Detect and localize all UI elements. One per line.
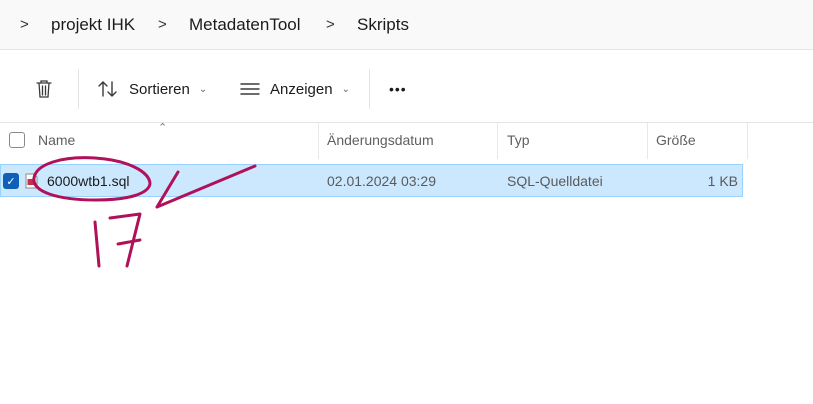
file-row[interactable]: ✓ 6000wtb1.sql 02.01.2024 03:29 SQL-Quel… [0,164,743,197]
view-label: Anzeigen [270,80,333,98]
sql-file-icon [25,173,38,189]
breadcrumb-item-metadatentool[interactable]: MetadatenTool [189,14,301,36]
sort-icon [98,81,117,97]
column-header-type[interactable]: Typ [507,132,530,148]
column-header-row: ⌃ Name Änderungsdatum Typ Größe [0,122,813,159]
view-button[interactable]: Anzeigen ⌄ [240,58,350,120]
delete-button[interactable] [34,58,54,120]
chevron-down-icon: ⌄ [198,83,208,95]
column-divider[interactable] [318,123,319,159]
chevron-right-icon[interactable]: > [326,14,335,36]
column-header-modified[interactable]: Änderungsdatum [327,132,434,148]
breadcrumb-item-projekt[interactable]: projekt IHK [51,14,135,36]
file-modified: 02.01.2024 03:29 [327,173,436,189]
chevron-down-icon: ⌄ [341,83,350,95]
toolbar-divider [78,69,79,109]
trash-icon [36,80,52,98]
annotation-digit-7 [108,212,142,268]
sort-label: Sortieren [129,80,190,98]
more-options-button[interactable]: ••• [389,58,407,120]
column-divider[interactable] [647,123,648,159]
row-checkbox[interactable]: ✓ [3,173,19,189]
view-list-icon [240,83,260,95]
column-divider[interactable] [747,123,748,159]
breadcrumb-item-skripts[interactable]: Skripts [357,14,409,36]
file-size: 1 KB [707,173,738,189]
chevron-right-icon[interactable]: > [158,14,167,36]
sort-ascending-icon: ⌃ [158,122,168,134]
toolbar-divider [369,69,370,109]
annotation-digit-1 [93,220,101,268]
breadcrumb: > projekt IHK > MetadatenTool > Skripts [0,0,813,50]
column-header-size[interactable]: Größe [656,132,696,148]
command-bar: Sortieren ⌄ Anzeigen ⌄ ••• [0,58,813,120]
file-type: SQL-Quelldatei [507,173,603,189]
select-all-checkbox[interactable] [9,132,25,148]
column-header-name[interactable]: Name [38,132,75,148]
more-icon: ••• [389,81,407,97]
file-name[interactable]: 6000wtb1.sql [47,173,130,189]
chevron-right-icon[interactable]: > [20,14,29,36]
sort-button[interactable]: Sortieren ⌄ [97,58,207,120]
column-divider[interactable] [497,123,498,159]
